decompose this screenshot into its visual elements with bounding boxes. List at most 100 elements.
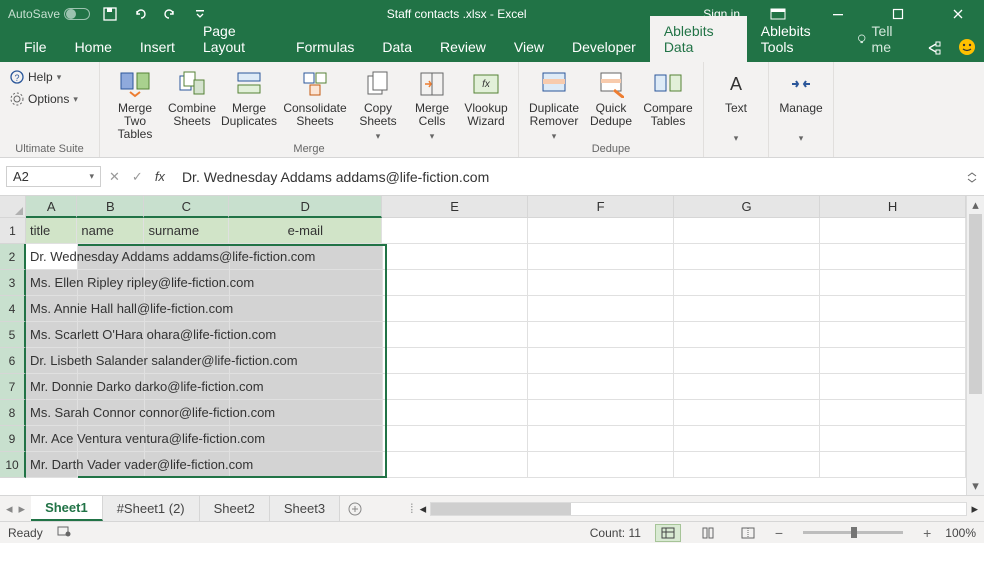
autosave-toggle[interactable]: AutoSave [8, 7, 90, 21]
cell[interactable] [383, 322, 529, 348]
name-box[interactable]: A2 ▾ [6, 166, 101, 187]
consolidate-sheets-button[interactable]: Consolidate Sheets [280, 66, 350, 128]
row-header-9[interactable]: 9 [0, 426, 26, 452]
row-header-2[interactable]: 2 [0, 244, 26, 270]
scroll-down-arrow[interactable]: ▾ [967, 477, 984, 495]
options-button[interactable]: Options▾ [6, 90, 82, 108]
sheet-tab-3[interactable]: Sheet2 [200, 496, 270, 521]
cell[interactable] [528, 244, 674, 270]
tab-view[interactable]: View [500, 32, 558, 62]
tab-review[interactable]: Review [426, 32, 500, 62]
column-header-D[interactable]: D [229, 196, 382, 218]
cell[interactable] [528, 348, 674, 374]
copy-sheets-button[interactable]: Copy Sheets▾ [352, 66, 404, 143]
cells-area[interactable]: titlenamesurnamee-mailDr. Wednesday Adda… [26, 218, 966, 495]
cell[interactable] [528, 452, 674, 478]
row-header-3[interactable]: 3 [0, 270, 26, 296]
cell[interactable]: Ms. Scarlett O'Hara ohara@life-fiction.c… [26, 322, 78, 348]
share-button[interactable] [918, 40, 951, 62]
manage-button[interactable]: Manage▾ [775, 66, 827, 145]
cell[interactable] [820, 296, 966, 322]
row-header-4[interactable]: 4 [0, 296, 26, 322]
tell-me[interactable]: Tell me [846, 16, 918, 62]
cell[interactable] [820, 244, 966, 270]
cell[interactable] [528, 270, 674, 296]
macro-record-icon[interactable] [57, 525, 71, 540]
cell[interactable] [383, 400, 529, 426]
zoom-in-button[interactable]: + [923, 525, 931, 541]
undo-button[interactable] [130, 4, 150, 24]
cell[interactable] [820, 322, 966, 348]
header-cell[interactable]: name [77, 218, 144, 244]
hscroll-thumb[interactable] [431, 503, 571, 515]
cell[interactable]: Ms. Sarah Connor connor@life-fiction.com [26, 400, 78, 426]
spreadsheet-grid[interactable]: ABCDEFGH 12345678910 titlenamesurnamee-m… [0, 196, 984, 495]
sheet-tab-1[interactable]: Sheet1 [31, 496, 103, 521]
vlookup-wizard-button[interactable]: fx Vlookup Wizard [460, 66, 512, 128]
column-header-G[interactable]: G [674, 196, 820, 218]
row-header-5[interactable]: 5 [0, 322, 26, 348]
cell[interactable] [820, 374, 966, 400]
scroll-left-arrow[interactable]: ◂ [420, 501, 427, 517]
sheet-nav-next[interactable]: ▸ [19, 501, 26, 517]
cell[interactable]: Dr. Wednesday Addams addams@life-fiction… [26, 244, 78, 270]
row-headers[interactable]: 12345678910 [0, 218, 26, 495]
cancel-formula-button[interactable]: ✕ [109, 169, 120, 185]
cell[interactable] [528, 400, 674, 426]
cell[interactable] [820, 348, 966, 374]
duplicate-remover-button[interactable]: Duplicate Remover▾ [525, 66, 583, 143]
row-header-7[interactable]: 7 [0, 374, 26, 400]
cell[interactable] [674, 374, 820, 400]
cell[interactable] [528, 426, 674, 452]
cell[interactable] [383, 270, 529, 296]
cell[interactable] [820, 426, 966, 452]
column-header-C[interactable]: C [144, 196, 229, 218]
cell[interactable] [528, 322, 674, 348]
cell[interactable] [383, 296, 529, 322]
zoom-level[interactable]: 100% [945, 526, 976, 540]
header-cell[interactable]: surname [144, 218, 229, 244]
cell[interactable] [674, 218, 820, 244]
save-button[interactable] [100, 4, 120, 24]
column-headers[interactable]: ABCDEFGH [26, 196, 966, 218]
cell[interactable]: Mr. Donnie Darko darko@life-fiction.com [26, 374, 78, 400]
vertical-scrollbar[interactable]: ▴ ▾ [966, 196, 984, 495]
merge-cells-button[interactable]: Merge Cells▾ [406, 66, 458, 143]
tab-ablebits-data[interactable]: Ablebits Data [650, 16, 747, 62]
cell[interactable]: Dr. Lisbeth Salander salander@life-ficti… [26, 348, 78, 374]
sheet-tab-2[interactable]: #Sheet1 (2) [103, 496, 200, 521]
column-header-A[interactable]: A [26, 196, 77, 218]
cell[interactable] [383, 348, 529, 374]
cell[interactable]: Mr. Darth Vader vader@life-fiction.com [26, 452, 78, 478]
cell[interactable] [528, 296, 674, 322]
cell[interactable] [528, 374, 674, 400]
cell[interactable] [820, 452, 966, 478]
sheet-nav-prev[interactable]: ◂ [6, 501, 13, 517]
expand-formula-bar[interactable] [960, 158, 984, 195]
cell[interactable] [383, 244, 529, 270]
scroll-thumb[interactable] [969, 214, 982, 394]
cell[interactable] [820, 400, 966, 426]
tab-formulas[interactable]: Formulas [282, 32, 368, 62]
smiley-feedback[interactable] [951, 38, 984, 62]
zoom-out-button[interactable]: − [775, 525, 783, 541]
tab-developer[interactable]: Developer [558, 32, 650, 62]
tab-page-layout[interactable]: Page Layout [189, 16, 282, 62]
cell[interactable] [674, 348, 820, 374]
sheet-tab-4[interactable]: Sheet3 [270, 496, 340, 521]
quick-dedupe-button[interactable]: Quick Dedupe [585, 66, 637, 128]
cell[interactable]: Mr. Ace Ventura ventura@life-fiction.com [26, 426, 78, 452]
help-button[interactable]: ? Help▾ [6, 68, 65, 86]
formula-input[interactable]: Dr. Wednesday Addams addams@life-fiction… [173, 158, 960, 195]
compare-tables-button[interactable]: Compare Tables [639, 66, 697, 128]
view-page-break[interactable] [735, 524, 761, 542]
row-header-6[interactable]: 6 [0, 348, 26, 374]
cell[interactable] [230, 296, 383, 322]
view-page-layout[interactable] [695, 524, 721, 542]
cell[interactable] [383, 374, 529, 400]
scroll-right-arrow[interactable]: ▸ [971, 501, 978, 517]
close-button[interactable] [936, 0, 980, 28]
view-normal[interactable] [655, 524, 681, 542]
redo-button[interactable] [160, 4, 180, 24]
cell[interactable] [383, 426, 529, 452]
